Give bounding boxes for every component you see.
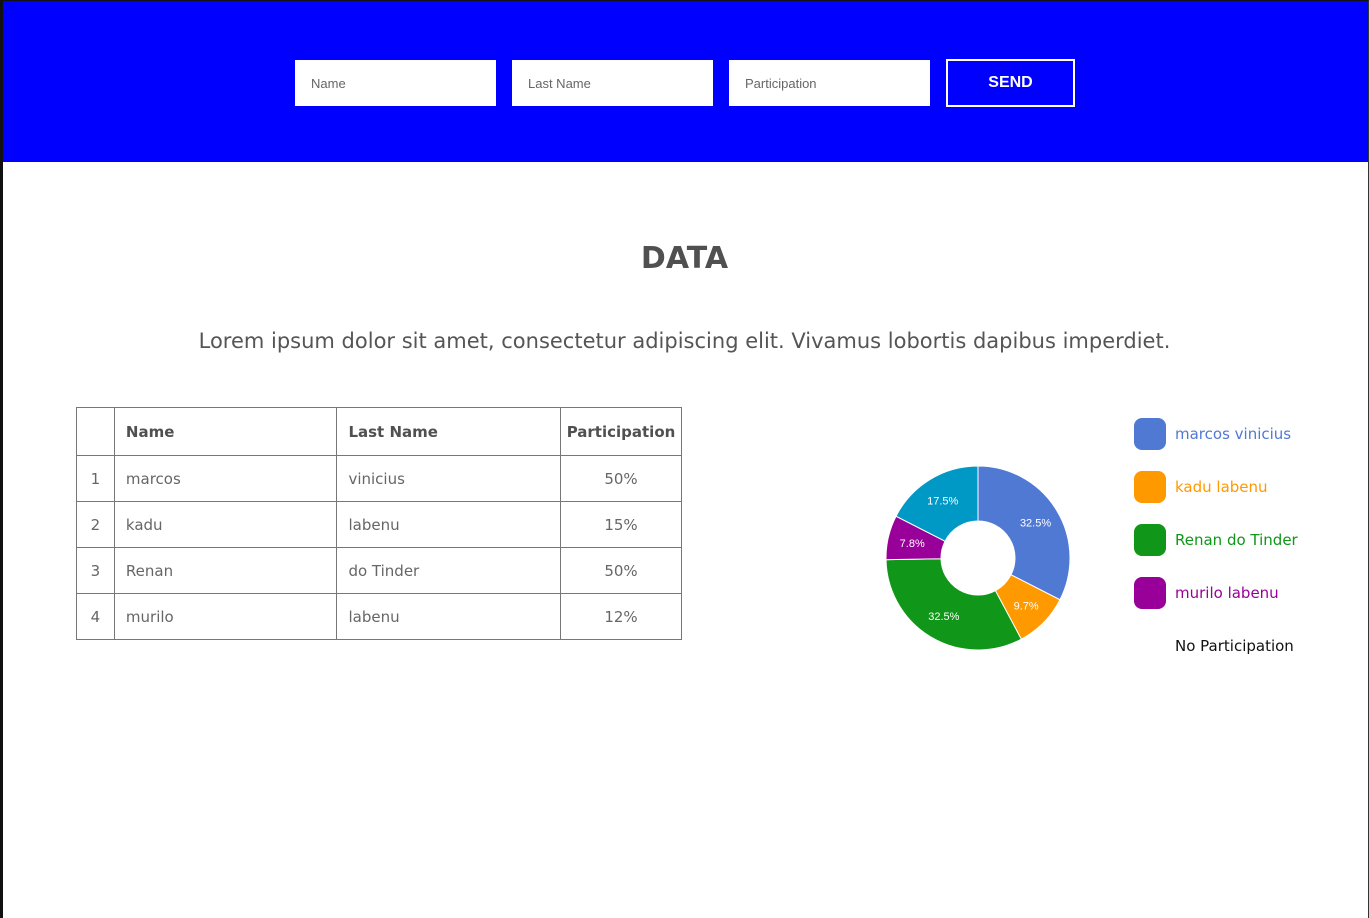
row-index: 1 — [76, 455, 115, 502]
row-name: murilo — [113, 593, 338, 640]
page-subtitle: Lorem ipsum dolor sit amet, consectetur … — [198, 329, 1171, 353]
legend-label: Renan do Tinder — [1175, 531, 1298, 549]
legend-swatch — [1134, 418, 1166, 450]
table-row: 4 murilo labenu 12% — [76, 593, 682, 640]
slice-label: 32.5% — [1020, 518, 1051, 530]
slice-label: 7.8% — [900, 538, 925, 550]
table-header-row: Name Last Name Participation — [76, 407, 682, 456]
row-name: Renan — [113, 547, 338, 594]
legend-item[interactable]: Renan do Tinder — [1134, 524, 1354, 556]
row-index: 3 — [76, 547, 115, 594]
table-header-index — [76, 407, 115, 456]
name-input[interactable] — [295, 60, 496, 106]
table-row: 2 kadu labenu 15% — [76, 501, 682, 548]
last-name-input[interactable] — [512, 60, 713, 106]
slice-label: 32.5% — [928, 611, 959, 623]
table-row: 1 marcos vinicius 50% — [76, 455, 682, 502]
legend-swatch — [1134, 471, 1166, 503]
slice-label: 9.7% — [1014, 600, 1039, 612]
chart-slice[interactable] — [977, 465, 1071, 601]
legend-label: No Participation — [1175, 637, 1294, 655]
table-header-last-name: Last Name — [336, 407, 561, 456]
row-participation: 15% — [560, 501, 682, 548]
slice-label: 17.5% — [927, 495, 958, 507]
legend-swatch — [1134, 577, 1166, 609]
table-header-name: Name — [113, 407, 338, 456]
row-last-name: vinicius — [336, 455, 561, 502]
row-last-name: do Tinder — [336, 547, 561, 594]
legend-label: marcos vinicius — [1175, 425, 1292, 443]
table-row: 3 Renan do Tinder 50% — [76, 547, 682, 594]
row-index: 4 — [76, 593, 115, 640]
row-name: marcos — [113, 455, 338, 502]
header-bar: SEND — [3, 1, 1368, 162]
chart-slice[interactable] — [885, 558, 1022, 651]
chart-legend: marcos vinicius kadu labenu Renan do Tin… — [1134, 418, 1354, 683]
legend-label: murilo labenu — [1175, 584, 1279, 602]
row-participation: 12% — [560, 593, 682, 640]
legend-swatch — [1134, 524, 1166, 556]
legend-item[interactable]: marcos vinicius — [1134, 418, 1354, 450]
participation-donut-chart: 32.5% 9.7% 32.5% 7.8% 17.5% — [885, 465, 1071, 651]
row-last-name: labenu — [336, 501, 561, 548]
row-participation: 50% — [560, 455, 682, 502]
row-name: kadu — [113, 501, 338, 548]
legend-item[interactable]: No Participation — [1134, 630, 1354, 662]
row-last-name: labenu — [336, 593, 561, 640]
page-title: DATA — [640, 241, 729, 276]
legend-label: kadu labenu — [1175, 478, 1268, 496]
table-header-participation: Participation — [560, 407, 682, 456]
row-participation: 50% — [560, 547, 682, 594]
send-button[interactable]: SEND — [946, 59, 1075, 107]
legend-item[interactable]: kadu labenu — [1134, 471, 1354, 503]
legend-item[interactable]: murilo labenu — [1134, 577, 1354, 609]
participation-table: Name Last Name Participation 1 marcos vi… — [76, 407, 682, 640]
row-index: 2 — [76, 501, 115, 548]
participation-input[interactable] — [729, 60, 930, 106]
